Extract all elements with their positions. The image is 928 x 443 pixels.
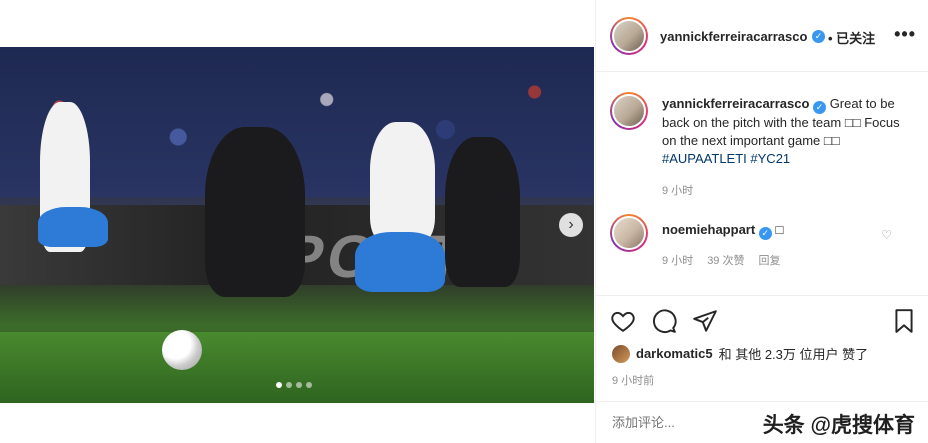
comment-like-icon[interactable]: ♡ — [881, 228, 892, 242]
caption-time: 9 小时 — [662, 185, 694, 197]
player-figure — [205, 127, 305, 297]
comment-text: noemiehappart ✓ □ — [662, 221, 783, 240]
carousel-dot — [306, 382, 312, 388]
comment-likes[interactable]: 39 次赞 — [707, 252, 744, 268]
pitch — [0, 332, 594, 403]
instagram-post-view: SPORT › yannickferreiracarrasco ✓ • 已关注 … — [0, 0, 928, 443]
author-username[interactable]: yannickferreiracarrasco — [660, 29, 807, 44]
add-comment-bar: 头条 @虎搜体育 — [596, 401, 928, 443]
caption-emoji1: □□ — [844, 115, 861, 130]
liker-avatar — [612, 344, 630, 363]
verified-icon: ✓ — [758, 227, 772, 240]
hashtag-link[interactable]: #YC21 — [750, 151, 790, 166]
heart-icon[interactable] — [610, 308, 636, 334]
post-actions: darkomatic5 和 其他 2.3万 位用户 赞了 9 小时前 — [596, 295, 928, 415]
reply-button[interactable]: 回复 — [758, 252, 780, 268]
comment-meta: 9 小时 39 次赞 回复 — [662, 252, 780, 268]
commenter-avatar[interactable] — [610, 214, 648, 252]
caption-username[interactable]: yannickferreiracarrasco — [662, 96, 809, 111]
football — [162, 330, 202, 370]
post-header: yannickferreiracarrasco ✓ • 已关注 ••• — [596, 0, 928, 72]
player-figure — [445, 137, 520, 287]
commenter-username[interactable]: noemiehappart — [662, 222, 755, 237]
posted-time: 9 小时前 — [612, 375, 655, 387]
comment-body: □ — [775, 222, 784, 237]
author-avatar[interactable] — [610, 17, 648, 55]
hashtag-link[interactable]: #AUPAATLETI — [662, 151, 747, 166]
carousel-dot — [296, 382, 302, 388]
next-photo-button[interactable]: › — [559, 213, 583, 237]
player-figure — [38, 207, 108, 247]
following-status[interactable]: • 已关注 — [828, 28, 875, 47]
caption-avatar[interactable] — [610, 92, 648, 130]
carousel-dot — [286, 382, 292, 388]
watermark: 头条 @虎搜体育 — [762, 414, 915, 437]
likes-summary[interactable]: darkomatic5 和 其他 2.3万 位用户 赞了 — [612, 344, 868, 363]
comment-icon[interactable] — [651, 308, 677, 334]
caption-emoji2: □□ — [823, 133, 840, 148]
post-side-panel: yannickferreiracarrasco ✓ • 已关注 ••• yann… — [595, 0, 928, 443]
more-options-icon[interactable]: ••• — [894, 24, 916, 45]
verified-icon: ✓ — [812, 30, 825, 43]
comment-item: noemiehappart ✓ □ ♡ 9 小时 39 次赞 回复 — [610, 212, 920, 272]
post-photo[interactable]: SPORT › — [0, 47, 594, 403]
caption-text: yannickferreiracarrasco ✓ Great to be ba… — [662, 95, 912, 168]
player-figure — [355, 232, 445, 292]
comment-time: 9 小时 — [662, 255, 694, 267]
likes-rest: 和 其他 2.3万 位用户 赞了 — [718, 347, 869, 362]
bookmark-icon[interactable] — [891, 308, 917, 334]
carousel-dots — [276, 382, 312, 388]
player-figure — [370, 122, 435, 242]
carousel-dot — [276, 382, 282, 388]
share-icon[interactable] — [692, 308, 718, 334]
liker-username[interactable]: darkomatic5 — [636, 346, 713, 361]
verified-icon: ✓ — [813, 101, 827, 114]
